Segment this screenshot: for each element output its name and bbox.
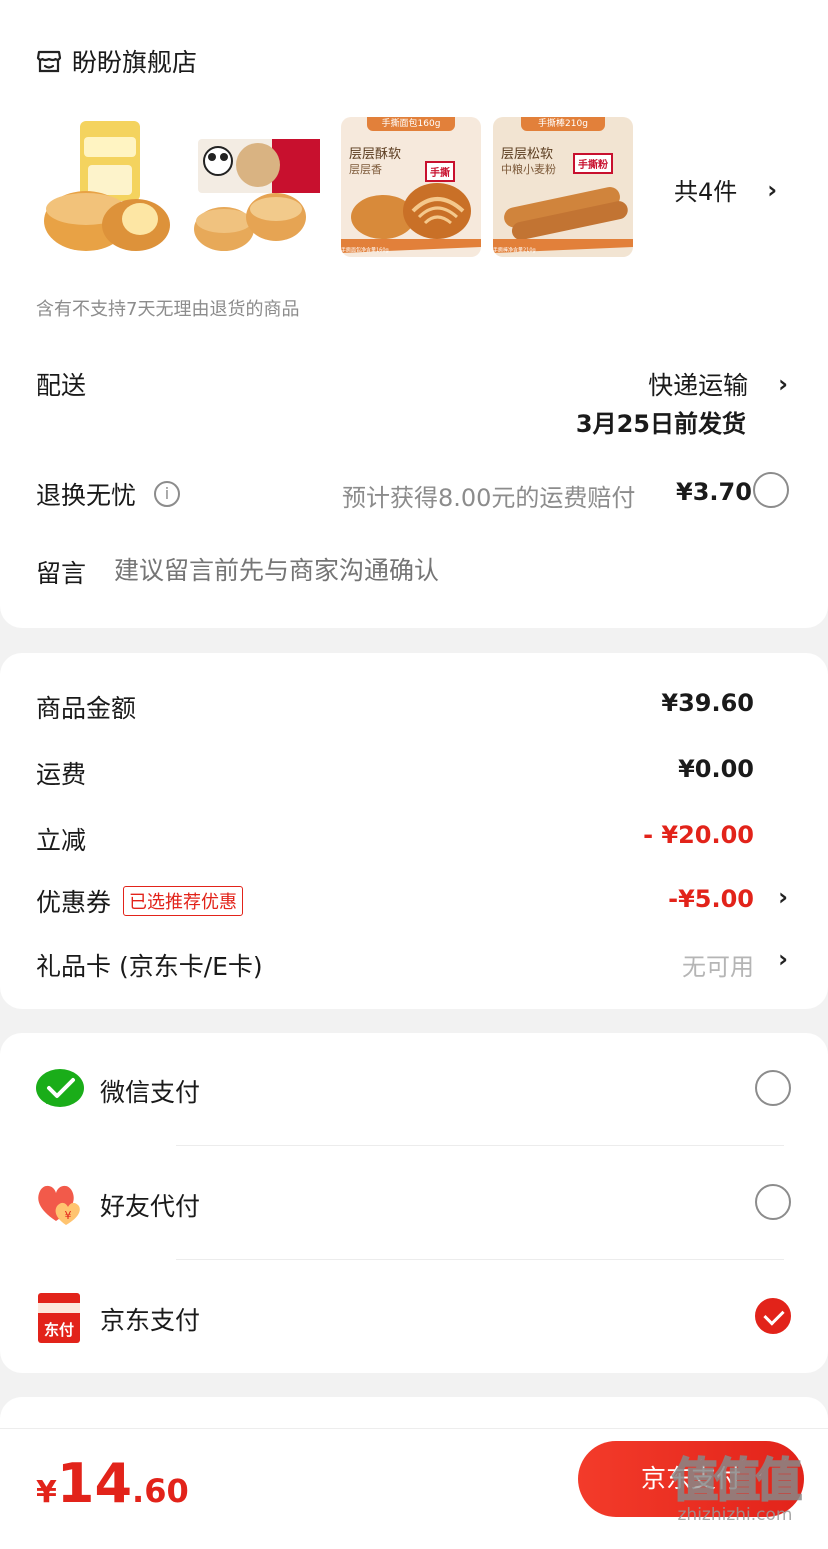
store-icon bbox=[36, 48, 62, 74]
product-thumb-2[interactable] bbox=[188, 117, 328, 257]
discount-label: 立减 bbox=[36, 826, 87, 855]
return-insurance-row: 退换无忧 i bbox=[36, 476, 181, 512]
shipping-value: ¥0.00 bbox=[678, 755, 754, 783]
bottom-bar: ¥ 14 .60 京东支付 值值值 zhizhizhi.com bbox=[0, 1428, 828, 1528]
product-thumb-3[interactable]: 手撕面包160g 层层酥软 层层香 手撕 手撕面包净含量160g bbox=[341, 117, 481, 257]
price-summary-card: 商品金额 ¥39.60 运费 ¥0.00 立减 - ¥20.00 优惠券 已选推… bbox=[0, 653, 828, 1009]
order-card: 盼盼旗舰店 手撕面包160g 层层酥软 层层香 手撕 手撕面包净含量160g 手… bbox=[0, 0, 828, 628]
goods-amount-label: 商品金额 bbox=[36, 694, 137, 723]
coupon-badge: 已选推荐优惠 bbox=[123, 886, 244, 916]
wechat-pay-radio[interactable] bbox=[755, 1070, 791, 1106]
bottom-safe-area bbox=[0, 1528, 828, 1549]
delivery-label: 配送 bbox=[36, 371, 87, 400]
total-integer: 14 bbox=[56, 1452, 133, 1515]
watermark-logo: 值值值 bbox=[671, 1453, 803, 1507]
payment-label-jd: 京东支付 bbox=[100, 1306, 201, 1335]
product-thumb-3-weight: 手撕面包净含量160g bbox=[341, 247, 389, 254]
chevron-right-icon: › bbox=[778, 370, 788, 398]
return-insurance-price: ¥3.70 bbox=[676, 478, 752, 506]
store-header[interactable]: 盼盼旗舰店 bbox=[36, 44, 197, 78]
jd-pay-icon: 东付 bbox=[38, 1293, 80, 1343]
chevron-right-icon[interactable]: › bbox=[778, 883, 788, 911]
watermark-url: zhizhizhi.com bbox=[677, 1505, 793, 1525]
delivery-method: 快递运输 bbox=[648, 371, 749, 400]
total-price: ¥ 14 .60 bbox=[36, 1457, 189, 1511]
svg-text:¥: ¥ bbox=[65, 1209, 72, 1222]
product-count[interactable]: 共4件 › bbox=[674, 172, 777, 207]
goods-amount-value: ¥39.60 bbox=[661, 689, 754, 717]
payment-option-wechat[interactable]: 微信支付 bbox=[0, 1033, 828, 1147]
friend-pay-icon: ¥ bbox=[34, 1181, 86, 1227]
shipping-label: 运费 bbox=[36, 760, 87, 789]
return-insurance-label: 退换无忧 bbox=[36, 481, 137, 510]
payment-label-wechat: 微信支付 bbox=[100, 1078, 201, 1107]
giftcard-value: 无可用 bbox=[682, 953, 754, 981]
payment-option-jd[interactable]: 东付 京东支付 bbox=[0, 1261, 828, 1373]
product-thumb-4[interactable]: 手撕棒210g 层层松软 中粮小麦粉 手撕粉 手撕棒净含量210g bbox=[493, 117, 633, 257]
total-currency: ¥ bbox=[36, 1475, 57, 1510]
coupon-row[interactable]: 优惠券 已选推荐优惠 bbox=[36, 883, 244, 919]
giftcard-label: 礼品卡 (京东卡/E卡) bbox=[36, 952, 263, 981]
payment-divider bbox=[176, 1145, 784, 1146]
payment-label-friend: 好友代付 bbox=[100, 1192, 201, 1221]
payment-option-friend[interactable]: ¥ 好友代付 bbox=[0, 1147, 828, 1261]
discount-value: - ¥20.00 bbox=[643, 821, 754, 849]
watermark: 值值值 zhizhizhi.com bbox=[671, 1453, 803, 1525]
jd-pay-icon-stripe bbox=[38, 1303, 80, 1313]
product-thumb-4-weight: 手撕棒净含量210g bbox=[493, 247, 536, 254]
jd-pay-radio-checked[interactable] bbox=[755, 1298, 791, 1334]
chevron-right-icon[interactable]: › bbox=[778, 945, 788, 973]
payment-card: 微信支付 ¥ 好友代付 东付 京东支付 bbox=[0, 1033, 828, 1373]
return-policy-notice: 含有不支持7天无理由退货的商品 bbox=[36, 299, 300, 320]
friend-pay-radio[interactable] bbox=[755, 1184, 791, 1220]
product-count-label: 共4件 bbox=[674, 178, 738, 206]
coupon-label: 优惠券 bbox=[36, 888, 112, 917]
total-decimal: .60 bbox=[132, 1472, 189, 1510]
delivery-method-row[interactable]: 快递运输 › bbox=[648, 366, 788, 402]
wechat-pay-icon bbox=[36, 1068, 84, 1112]
return-insurance-desc: 预计获得8.00元的运费赔付 bbox=[342, 484, 636, 512]
coupon-value: -¥5.00 bbox=[668, 885, 754, 913]
store-name: 盼盼旗舰店 bbox=[72, 48, 198, 77]
message-label: 留言 bbox=[36, 559, 87, 588]
return-insurance-radio[interactable] bbox=[753, 472, 789, 508]
chevron-right-icon: › bbox=[767, 175, 778, 204]
message-input[interactable] bbox=[114, 550, 774, 590]
payment-divider bbox=[176, 1259, 784, 1260]
jd-pay-icon-text: 东付 bbox=[43, 1321, 74, 1339]
info-icon[interactable]: i bbox=[154, 481, 181, 507]
product-thumb-1[interactable] bbox=[36, 117, 176, 257]
ship-date: 3月25日前发货 bbox=[575, 410, 746, 438]
